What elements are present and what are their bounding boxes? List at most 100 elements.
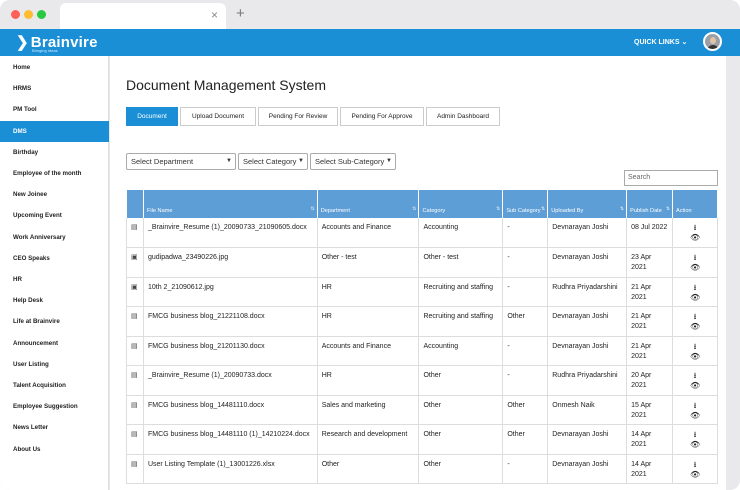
close-window-dot[interactable] <box>11 10 20 19</box>
download-icon[interactable]: ⭳ <box>677 312 713 322</box>
sidebar-item-employee-suggestion[interactable]: Employee Suggestion <box>0 396 109 417</box>
tab-upload-document[interactable]: Upload Document <box>180 107 256 126</box>
sidebar-item-birthday[interactable]: Birthday <box>0 142 109 163</box>
table-row: ▤ FMCG business blog_14481110.docx Sales a… <box>126 395 718 425</box>
maximize-window-dot[interactable] <box>37 10 46 19</box>
department-select[interactable]: Select Department ▼ <box>126 153 236 170</box>
doc-file-icon: ▤ <box>131 342 138 350</box>
user-avatar[interactable] <box>703 32 722 51</box>
img-file-icon: ▣ <box>131 254 138 261</box>
sidebar-item-pm-tool[interactable]: PM Tool <box>0 99 109 120</box>
uploaded-by-cell: Devnarayan Joshi <box>547 336 628 366</box>
sidebar-item-ceo-speaks[interactable]: CEO Speaks <box>0 248 109 269</box>
sort-icon[interactable]: ⇅ <box>620 206 624 212</box>
sort-icon[interactable]: ⇅ <box>311 206 315 212</box>
sidebar-item-hr[interactable]: HR <box>0 269 109 290</box>
table-row: ▤ User Listing Template (1)_13001226.xlsx… <box>126 454 718 484</box>
sort-icon[interactable]: ⇅ <box>541 206 545 212</box>
publish-date-cell: 21 Apr 2021 <box>626 277 674 307</box>
page-title: Document Management System <box>126 77 326 93</box>
view-icon[interactable]: 👁 <box>677 352 713 362</box>
action-cell: ⭳ 👁 <box>672 218 718 248</box>
sort-icon[interactable]: ⇅ <box>666 206 670 212</box>
column-header[interactable]: Uploaded By ⇅ <box>547 190 628 218</box>
sidebar-item-new-joinee[interactable]: New Joinee <box>0 184 109 205</box>
sidebar-item-life-at-brainvire[interactable]: Life at Brainvire <box>0 311 109 332</box>
uploaded-by-cell: Devnarayan Joshi <box>547 306 628 337</box>
sidebar-item-user-listing[interactable]: User Listing <box>0 354 109 375</box>
download-icon[interactable]: ⭳ <box>677 460 713 470</box>
sidebar-item-dms[interactable]: DMS <box>0 120 109 142</box>
sort-icon[interactable]: ⇅ <box>496 206 500 212</box>
view-icon[interactable]: 👁 <box>677 440 713 450</box>
browser-chrome: × + <box>0 0 740 29</box>
doc-file-icon: ▤ <box>131 372 138 379</box>
tab-pending-for-review[interactable]: Pending For Review <box>258 107 338 126</box>
sidebar-item-help-desk[interactable]: Help Desk <box>0 290 109 311</box>
action-cell: ⭳ 👁 <box>672 336 718 366</box>
action-cell: ⭳ 👁 <box>672 306 718 337</box>
category-cell: Other <box>418 365 504 396</box>
view-icon[interactable]: 👁 <box>677 233 713 243</box>
tab-document[interactable]: Document <box>126 107 178 126</box>
view-icon[interactable]: 👁 <box>677 293 713 303</box>
department-cell: HR <box>317 365 420 396</box>
sub-category-cell: Other <box>502 424 549 455</box>
subcategory-select[interactable]: Select Sub-Category ▼ <box>310 153 396 170</box>
new-tab-icon[interactable]: + <box>236 5 245 22</box>
publish-date-cell: 14 Apr 2021 <box>626 424 674 455</box>
view-icon[interactable]: 👁 <box>677 381 713 391</box>
sidebar-item-news-letter[interactable]: News Letter <box>0 417 109 438</box>
file-type-cell: ▤ <box>126 424 144 455</box>
download-icon[interactable]: ⭳ <box>677 371 713 381</box>
download-icon[interactable]: ⭳ <box>677 253 713 263</box>
view-icon[interactable]: 👁 <box>677 322 713 332</box>
uploaded-by-cell: Onmesh Naik <box>547 395 628 425</box>
view-icon[interactable]: 👁 <box>677 411 713 421</box>
tab-admin-dashboard[interactable]: Admin Dashboard <box>426 107 500 126</box>
download-icon[interactable]: ⭳ <box>677 223 713 233</box>
category-select[interactable]: Select Category ▼ <box>238 153 308 170</box>
column-header[interactable]: Category ⇅ <box>418 190 504 218</box>
column-header[interactable]: File Name ⇅ <box>143 190 318 218</box>
browser-tab[interactable]: × <box>60 3 226 29</box>
view-icon[interactable]: 👁 <box>677 470 713 480</box>
category-cell: Other <box>418 424 504 455</box>
department-cell: Other - test <box>317 247 420 278</box>
tab-pending-for-approve[interactable]: Pending For Approve <box>340 107 424 126</box>
uploaded-by-cell: Devnarayan Joshi <box>547 218 628 248</box>
sidebar-item-home[interactable]: Home <box>0 57 109 78</box>
view-icon[interactable]: 👁 <box>677 263 713 273</box>
uploaded-by-cell: Rudhra Priyadarshini <box>547 365 628 396</box>
file-name-cell: 10th 2_21090612.jpg <box>143 277 318 307</box>
sub-category-cell: - <box>502 336 549 366</box>
quick-links-menu[interactable]: QUICK LINKS ⌄ <box>634 38 687 46</box>
sidebar-item-hrms[interactable]: HRMS <box>0 78 109 99</box>
publish-date-cell: 21 Apr 2021 <box>626 336 674 366</box>
minimize-window-dot[interactable] <box>24 10 33 19</box>
sidebar: Home HRMS PM Tool DMS Birthday Employee of th… <box>0 56 109 490</box>
search-input[interactable]: Search <box>624 170 718 186</box>
uploaded-by-cell: Devnarayan Joshi <box>547 454 628 484</box>
close-tab-icon[interactable]: × <box>211 8 218 22</box>
sort-icon[interactable]: ⇅ <box>412 206 416 212</box>
download-icon[interactable]: ⭳ <box>677 283 713 293</box>
sidebar-item-upcoming-event[interactable]: Upcoming Event <box>0 205 109 226</box>
download-icon[interactable]: ⭳ <box>677 430 713 440</box>
column-header[interactable]: Publish Date ⇅ <box>626 190 674 218</box>
table-row: ▤ FMCG business blog_21221108.docx HR Recru… <box>126 306 718 337</box>
sidebar-item-announcement[interactable]: Announcement <box>0 333 109 354</box>
file-name-cell: FMCG business blog_14481110 (1)_14210224… <box>143 424 318 455</box>
sidebar-item-work-anniversary[interactable]: Work Anniversary <box>0 227 109 248</box>
column-header[interactable]: Department ⇅ <box>317 190 420 218</box>
sidebar-item-talent-acquisition[interactable]: Talent Acquisition <box>0 375 109 396</box>
action-cell: ⭳ 👁 <box>672 247 718 278</box>
main-content: Document Management System Document Uploa… <box>110 56 726 490</box>
sidebar-item-employee-of-the-month[interactable]: Employee of the month <box>0 163 109 184</box>
column-header[interactable]: Sub Category ⇅ <box>502 190 549 218</box>
download-icon[interactable]: ⭳ <box>677 342 713 352</box>
documents-table: File Name ⇅ Department ⇅ Category ⇅ Sub Catego… <box>126 190 718 484</box>
file-name-cell: User Listing Template (1)_13001226.xlsx <box>143 454 318 484</box>
sidebar-item-about-us[interactable]: About Us <box>0 439 109 460</box>
download-icon[interactable]: ⭳ <box>677 401 713 411</box>
